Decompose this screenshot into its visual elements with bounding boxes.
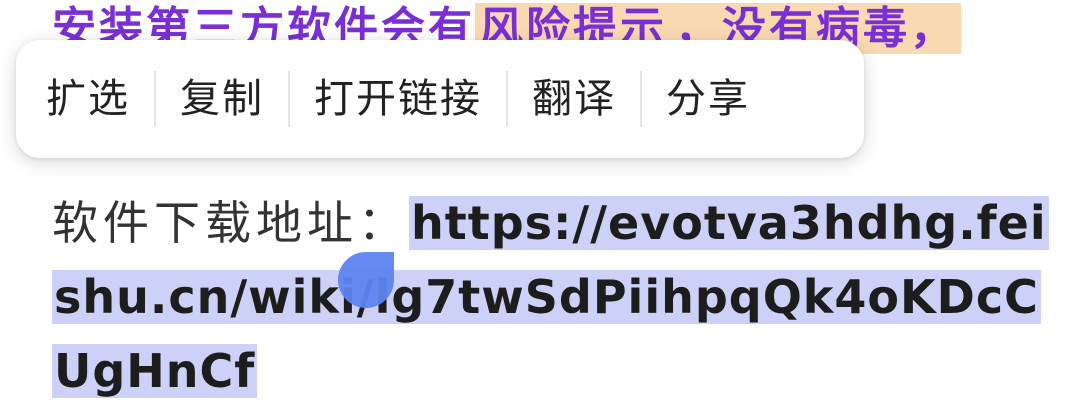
menu-item-share[interactable]: 分享 [650, 69, 766, 129]
selected-url-part-2[interactable]: shu.cn/wiki/lg7twSdPiihpqQk4oKDcC [52, 270, 1041, 324]
text-selection-context-menu: 扩选 复制 打开链接 翻译 分享 [16, 40, 864, 158]
menu-item-translate[interactable]: 翻译 [516, 69, 632, 129]
menu-item-expand-selection[interactable]: 扩选 [30, 69, 146, 129]
download-label: 软件下载地址： [52, 196, 409, 250]
menu-divider [640, 71, 642, 127]
article-content: 软件下载地址：https://evotva3hdhg.fei shu.cn/wi… [52, 186, 1049, 408]
menu-divider [288, 71, 290, 127]
download-line-3: UgHnCf [52, 334, 1012, 408]
selected-url-part-3[interactable]: UgHnCf [52, 344, 258, 398]
menu-item-copy[interactable]: 复制 [164, 69, 280, 129]
selection-handle-icon[interactable] [338, 252, 394, 316]
menu-divider [154, 71, 156, 127]
menu-divider [506, 71, 508, 127]
download-line-2: shu.cn/wiki/lg7twSdPiihpqQk4oKDcC [52, 260, 1041, 334]
selection-handle-knob[interactable] [338, 252, 394, 308]
download-line-1: 软件下载地址：https://evotva3hdhg.fei [52, 186, 1049, 260]
menu-item-open-link[interactable]: 打开链接 [298, 69, 498, 129]
selected-url-part-1[interactable]: https://evotva3hdhg.fei [409, 196, 1049, 250]
